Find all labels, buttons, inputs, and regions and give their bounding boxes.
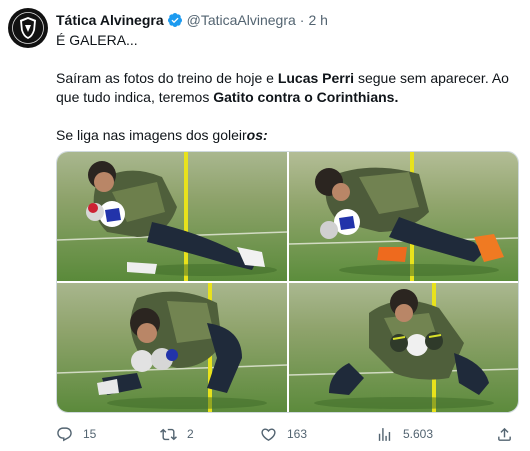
heart-icon — [261, 427, 276, 441]
retweet-button[interactable]: 2 — [160, 424, 194, 444]
goalkeeper-training-photo — [289, 283, 518, 412]
views-chart-icon — [378, 427, 391, 441]
retweet-count: 2 — [187, 427, 194, 441]
media-grid — [56, 151, 519, 413]
goalkeeper-training-photo — [57, 283, 287, 412]
share-icon — [498, 427, 511, 441]
retweet-icon — [160, 428, 177, 440]
timestamp[interactable]: 2 h — [308, 12, 327, 28]
like-count: 163 — [287, 427, 308, 441]
goalkeeper-training-photo — [289, 152, 518, 281]
media-photo-4[interactable] — [289, 283, 518, 412]
tweet-line-1: É GALERA... — [56, 32, 138, 48]
views-count: 5.603 — [403, 427, 434, 441]
media-photo-2[interactable] — [289, 152, 518, 281]
media-photo-1[interactable] — [57, 152, 287, 281]
profile-avatar[interactable] — [8, 8, 48, 48]
tweet-paragraph-3: Se liga nas imagens dos goleiros: — [56, 127, 268, 143]
media-photo-3[interactable] — [57, 283, 287, 412]
share-button[interactable] — [496, 424, 513, 444]
team-shield-icon — [9, 9, 47, 47]
goalkeeper-training-photo — [57, 152, 287, 281]
verified-badge-icon — [167, 13, 182, 27]
tweet-paragraph-2: Saíram as fotos do treino de hoje e Luca… — [56, 70, 509, 105]
reply-icon — [57, 426, 72, 441]
tweet-text: É GALERA... Saíram as fotos do treino de… — [56, 31, 516, 145]
tweet-header: Tática Alvinegra @TaticaAlvinegra · 2 h — [56, 10, 518, 30]
user-handle[interactable]: @TaticaAlvinegra — [187, 12, 296, 28]
views-button[interactable]: 5.603 — [376, 424, 433, 444]
reply-button[interactable]: 15 — [56, 424, 96, 444]
separator-dot: · — [299, 12, 305, 28]
tweet-actions: 15 2 163 5.603 — [50, 424, 520, 444]
reply-count: 15 — [83, 427, 97, 441]
like-button[interactable]: 163 — [260, 424, 307, 444]
display-name[interactable]: Tática Alvinegra — [56, 12, 164, 28]
